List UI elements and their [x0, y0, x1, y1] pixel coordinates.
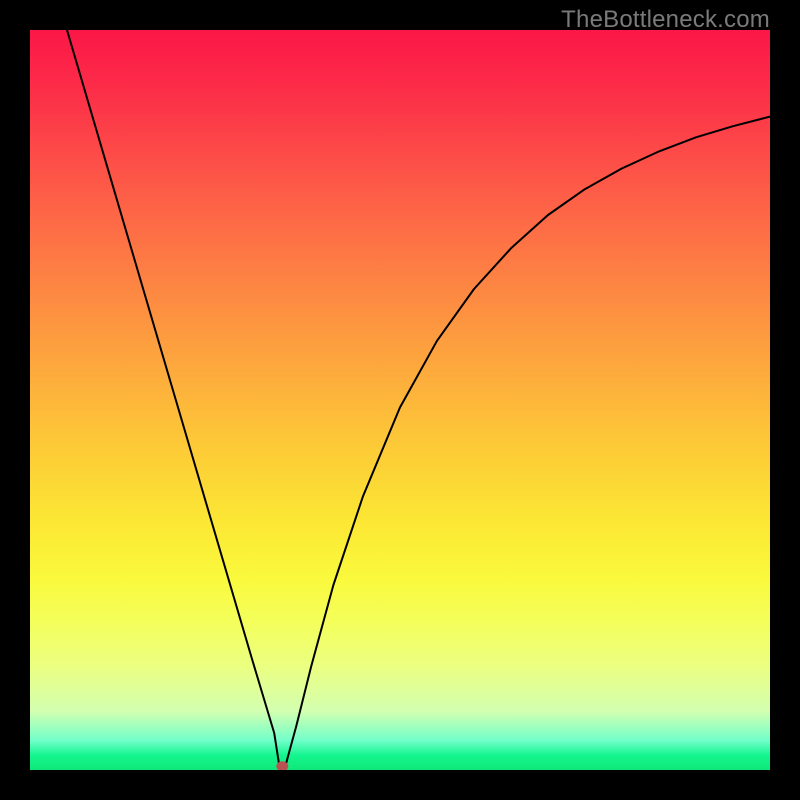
minimum-marker [30, 30, 770, 770]
chart-container: TheBottleneck.com [0, 0, 800, 800]
plot-area [30, 30, 770, 770]
